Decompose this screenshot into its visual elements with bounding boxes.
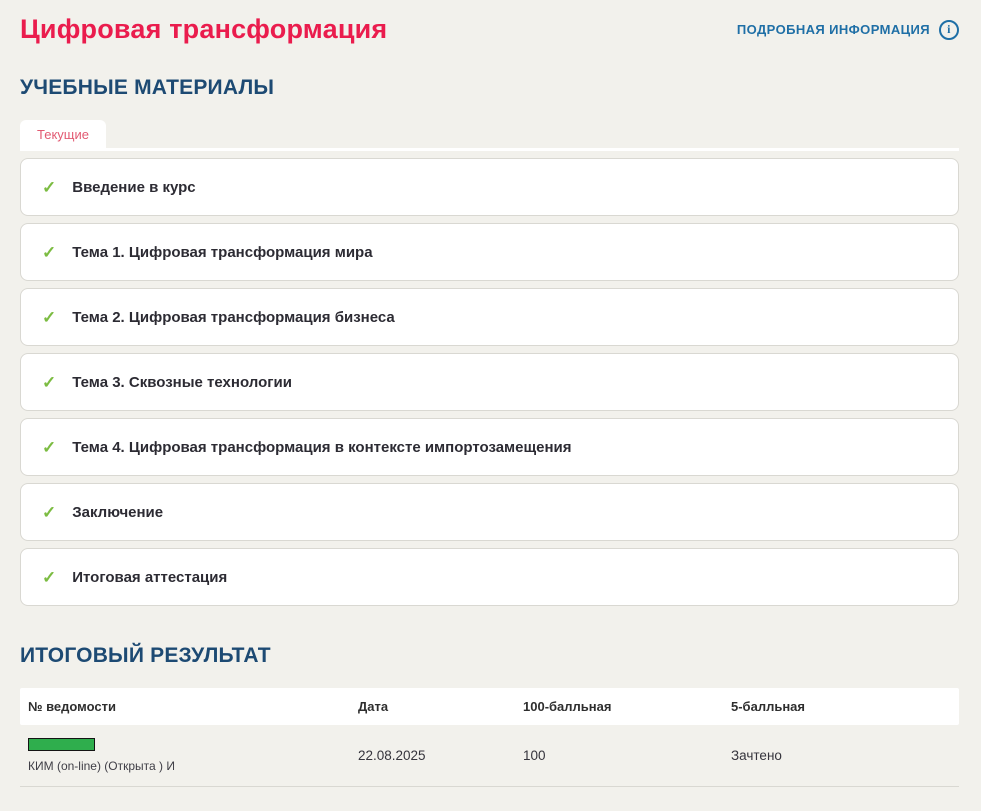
course-page: Цифровая трансформация ПОДРОБНАЯ ИНФОРМА… bbox=[0, 0, 981, 787]
list-item-introduction[interactable]: ✓ Введение в курс bbox=[20, 158, 959, 216]
table-row: КИМ (on-line) (Открыта ) И 22.08.2025 10… bbox=[20, 725, 959, 787]
check-icon: ✓ bbox=[42, 437, 57, 457]
list-item-conclusion[interactable]: ✓ Заключение bbox=[20, 483, 959, 541]
date-cell: 22.08.2025 bbox=[358, 748, 426, 763]
column-header-scale100: 100-балльная bbox=[523, 699, 612, 714]
column-header-statement: № ведомости bbox=[28, 699, 116, 714]
materials-section-heading: УЧЕБНЫЕ МАТЕРИАЛЫ bbox=[20, 76, 275, 99]
list-item-final-assessment[interactable]: ✓ Итоговая аттестация bbox=[20, 548, 959, 606]
list-item-label: Тема 3. Сквозные технологии bbox=[72, 373, 292, 391]
results-table: № ведомости Дата 100-балльная 5-балльная… bbox=[20, 688, 959, 787]
detailed-info-link[interactable]: ПОДРОБНАЯ ИНФОРМАЦИЯ i bbox=[736, 19, 959, 40]
statement-label: КИМ (on-line) (Открыта ) И bbox=[28, 759, 175, 773]
check-icon: ✓ bbox=[42, 307, 57, 327]
check-icon: ✓ bbox=[42, 502, 57, 522]
list-item-label: Итоговая аттестация bbox=[72, 568, 228, 586]
results-section-heading: ИТОГОВЫЙ РЕЗУЛЬТАТ bbox=[20, 644, 271, 667]
check-icon: ✓ bbox=[42, 177, 57, 197]
column-header-scale5: 5-балльная bbox=[731, 699, 805, 714]
info-icon[interactable]: i bbox=[939, 19, 959, 40]
tab-current[interactable]: Текущие bbox=[20, 120, 106, 148]
materials-tab-bar: Текущие bbox=[20, 120, 959, 151]
check-icon: ✓ bbox=[42, 372, 57, 392]
check-icon: ✓ bbox=[42, 567, 57, 587]
progress-bar bbox=[28, 738, 95, 751]
list-item-label: Тема 4. Цифровая трансформация в контекс… bbox=[72, 438, 572, 456]
list-item-topic-4[interactable]: ✓ Тема 4. Цифровая трансформация в конте… bbox=[20, 418, 959, 476]
detailed-info-link-label: ПОДРОБНАЯ ИНФОРМАЦИЯ bbox=[736, 22, 930, 37]
list-item-label: Введение в курс bbox=[72, 178, 196, 196]
results-table-header: № ведомости Дата 100-балльная 5-балльная bbox=[20, 688, 959, 725]
list-item-topic-1[interactable]: ✓ Тема 1. Цифровая трансформация мира bbox=[20, 223, 959, 281]
list-item-label: Тема 2. Цифровая трансформация бизнеса bbox=[72, 308, 395, 326]
statement-cell: КИМ (on-line) (Открыта ) И bbox=[20, 738, 350, 773]
scale5-cell: Зачтено bbox=[731, 748, 782, 763]
list-item-topic-3[interactable]: ✓ Тема 3. Сквозные технологии bbox=[20, 353, 959, 411]
list-item-label: Тема 1. Цифровая трансформация мира bbox=[72, 243, 373, 261]
page-title: Цифровая трансформация bbox=[20, 14, 388, 44]
materials-list: ✓ Введение в курс ✓ Тема 1. Цифровая тра… bbox=[20, 158, 959, 606]
scale100-cell: 100 bbox=[523, 748, 546, 763]
column-header-date: Дата bbox=[358, 699, 389, 714]
page-header: Цифровая трансформация ПОДРОБНАЯ ИНФОРМА… bbox=[20, 14, 959, 45]
list-item-label: Заключение bbox=[72, 503, 164, 521]
check-icon: ✓ bbox=[42, 242, 57, 262]
list-item-topic-2[interactable]: ✓ Тема 2. Цифровая трансформация бизнеса bbox=[20, 288, 959, 346]
